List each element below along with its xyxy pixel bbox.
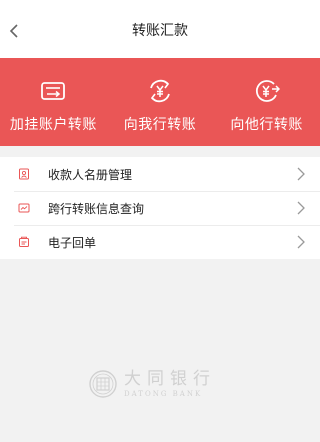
- linked-account-transfer-button[interactable]: 加挂账户转账: [0, 58, 107, 146]
- bank-name-en: DATONG BANK: [124, 390, 203, 398]
- interbank-query-icon: [18, 202, 30, 214]
- other-bank-transfer-label: 向他行转账: [230, 117, 303, 133]
- menu-item-label: 电子回单: [48, 235, 97, 250]
- yuan-exchange-icon: [147, 78, 173, 104]
- bank-logo: 大同银行 DATONG BANK: [88, 366, 216, 402]
- linked-account-transfer-label: 加挂账户转账: [9, 117, 97, 133]
- e-receipt-icon: [18, 236, 30, 248]
- bank-seal-icon: [89, 370, 117, 398]
- bank-name-cn: 大同银行: [124, 369, 216, 389]
- top-navigation-bar: 转账汇款: [0, 0, 320, 58]
- menu-item-label: 收款人名册管理: [48, 167, 133, 182]
- page-title: 转账汇款: [132, 23, 188, 39]
- yuan-transfer-out-icon: [254, 78, 280, 104]
- same-bank-transfer-label: 向我行转账: [123, 117, 197, 133]
- chevron-right-icon: [297, 167, 305, 181]
- menu-item-interbank-query[interactable]: 跨行转账信息查询: [0, 191, 320, 225]
- same-bank-transfer-button[interactable]: 向我行转账: [107, 58, 214, 146]
- transfer-menu-list: 收款人名册管理 跨行转账信息查询 电子回单: [0, 157, 320, 259]
- menu-item-payee-book[interactable]: 收款人名册管理: [0, 157, 320, 191]
- chevron-right-icon: [297, 201, 305, 215]
- menu-item-label: 跨行转账信息查询: [48, 201, 145, 216]
- menu-item-e-receipt[interactable]: 电子回单: [0, 225, 320, 259]
- linked-card-icon: [40, 78, 66, 104]
- other-bank-transfer-button[interactable]: 向他行转账: [213, 58, 320, 146]
- payee-book-icon: [18, 168, 30, 180]
- transfer-options-banner: 加挂账户转账 向我行转账 向他行转账: [0, 58, 320, 146]
- chevron-right-icon: [297, 235, 305, 249]
